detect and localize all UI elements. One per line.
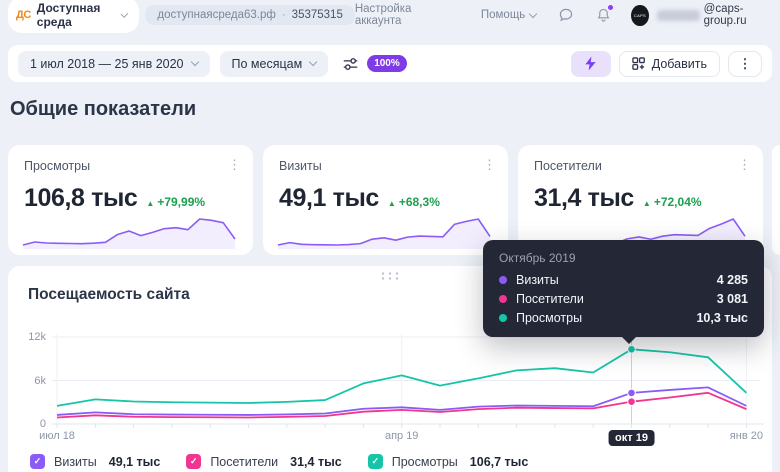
sparkline-chart (22, 211, 236, 249)
sampling-control[interactable]: 100% (342, 55, 407, 72)
kebab-icon (739, 56, 752, 72)
top-bar: ДС Доступная среда доступнаясреда63.рф 3… (0, 0, 780, 30)
metric-delta: ▲+79,99% (146, 195, 205, 209)
y-axis-label: 0 (8, 418, 46, 430)
date-range-label: 1 июл 2018 — 25 янв 2020 (30, 57, 184, 71)
grouping-label: По месяцам (232, 57, 303, 71)
dot-separator (282, 9, 286, 21)
tooltip-row: Посетители 3 081 (499, 292, 748, 306)
metric-title: Визиты (279, 159, 492, 173)
metric-title: Просмотры (24, 159, 237, 173)
card-menu-kebab-icon[interactable] (738, 157, 751, 173)
metric-card-visits[interactable]: Визиты 49,1 тыс ▲+68,3% (263, 145, 508, 255)
metric-delta: ▲+72,04% (643, 195, 702, 209)
legend-item-views[interactable]: Просмотры 106,7 тыс (368, 454, 529, 469)
chevron-down-icon (121, 10, 129, 18)
user-email[interactable]: @caps-group.ru (704, 3, 772, 27)
filters-sliders-icon (342, 56, 359, 72)
tooltip-arrow (621, 336, 637, 344)
section-title: Общие показатели (10, 98, 196, 121)
grouping-select[interactable]: По месяцам (220, 51, 329, 77)
chevron-down-icon (309, 58, 317, 66)
legend-checkbox[interactable] (30, 454, 45, 469)
counter-info[interactable]: доступнаясреда63.рф 35375315 (145, 5, 354, 25)
help-label: Помощь (481, 9, 525, 21)
delta-up-icon: ▲ (643, 199, 651, 208)
tooltip-title: Октябрь 2019 (499, 251, 748, 265)
project-name: Доступная среда (37, 1, 117, 29)
metric-card-visitors[interactable]: Посетители 31,4 тыс ▲+72,04% (518, 145, 763, 255)
metric-cards-row: Просмотры 106,8 тыс ▲+79,99% Визиты 49,1… (8, 145, 763, 255)
help-menu[interactable]: Помощь (481, 9, 536, 21)
y-axis-label: 6k (8, 375, 46, 387)
chat-icon[interactable] (558, 7, 574, 23)
series-dot (499, 314, 507, 322)
metric-delta: ▲+68,3% (388, 195, 440, 209)
x-axis-label: апр 19 (385, 430, 418, 442)
card-menu-kebab-icon[interactable] (483, 157, 496, 173)
ai-assistant-button[interactable] (571, 51, 611, 77)
sparkline-chart (277, 211, 491, 249)
legend-checkbox[interactable] (186, 454, 201, 469)
next-card-sliver (772, 145, 780, 255)
x-axis-label: янв 20 (730, 430, 763, 442)
delta-up-icon: ▲ (388, 199, 396, 208)
metrica-dashboard: ДС Доступная среда доступнаясреда63.рф 3… (0, 0, 780, 472)
series-dot (499, 276, 507, 284)
notification-dot (608, 5, 613, 10)
legend-checkbox[interactable] (368, 454, 383, 469)
metric-value: 31,4 тыс (534, 184, 634, 213)
metric-value: 49,1 тыс (279, 184, 379, 213)
project-switcher[interactable]: ДС Доступная среда (8, 0, 139, 33)
line-chart-plot[interactable]: 0 6k 12k июл 18 апр 19 окт 19 янв 20 (8, 324, 772, 454)
metric-value: 106,8 тыс (24, 184, 137, 213)
counter-domain: доступнаясреда63.рф (157, 9, 275, 21)
chevron-down-icon (529, 9, 537, 17)
metric-title: Посетители (534, 159, 747, 173)
sampling-badge: 100% (367, 55, 407, 72)
add-widget-button[interactable]: Добавить (619, 51, 720, 77)
tooltip-row: Просмотры 10,3 тыс (499, 311, 748, 325)
toolbar-more-menu-button[interactable] (728, 51, 762, 77)
project-logo-icon: ДС (16, 9, 31, 21)
user-name-redacted (657, 10, 700, 21)
lightning-icon (584, 56, 597, 71)
y-axis-label: 12k (8, 331, 46, 343)
dashboard-toolbar: 1 июл 2018 — 25 янв 2020 По месяцам 100%… (8, 45, 772, 82)
line-chart-svg (8, 324, 772, 434)
legend-item-visitors[interactable]: Посетители 31,4 тыс (186, 454, 341, 469)
avatar[interactable]: CAPS (631, 5, 648, 26)
notifications-bell-icon[interactable] (596, 7, 611, 23)
x-axis-label: июл 18 (39, 430, 75, 442)
counter-id: 35375315 (292, 9, 343, 21)
series-dot (499, 295, 507, 303)
account-settings-link[interactable]: Настройка аккаунта (355, 3, 443, 27)
metric-card-views[interactable]: Просмотры 106,8 тыс ▲+79,99% (8, 145, 253, 255)
card-menu-kebab-icon[interactable] (228, 157, 241, 173)
delta-up-icon: ▲ (146, 199, 154, 208)
chevron-down-icon (190, 58, 198, 66)
widget-drag-handle[interactable] (380, 271, 401, 280)
chart-tooltip: Октябрь 2019 Визиты 4 285 Посетители 3 0… (483, 240, 764, 337)
tooltip-row: Визиты 4 285 (499, 273, 748, 287)
add-widget-label: Добавить (652, 57, 707, 71)
chart-legend: Визиты 49,1 тыс Посетители 31,4 тыс Прос… (30, 454, 528, 469)
chart-title: Посещаемость сайта (28, 286, 190, 304)
legend-item-visits[interactable]: Визиты 49,1 тыс (30, 454, 160, 469)
date-range-picker[interactable]: 1 июл 2018 — 25 янв 2020 (18, 51, 210, 77)
toolbar-actions: Добавить (571, 51, 762, 77)
x-axis-label: окт 19 (608, 430, 655, 446)
widgets-grid-icon (632, 57, 645, 70)
